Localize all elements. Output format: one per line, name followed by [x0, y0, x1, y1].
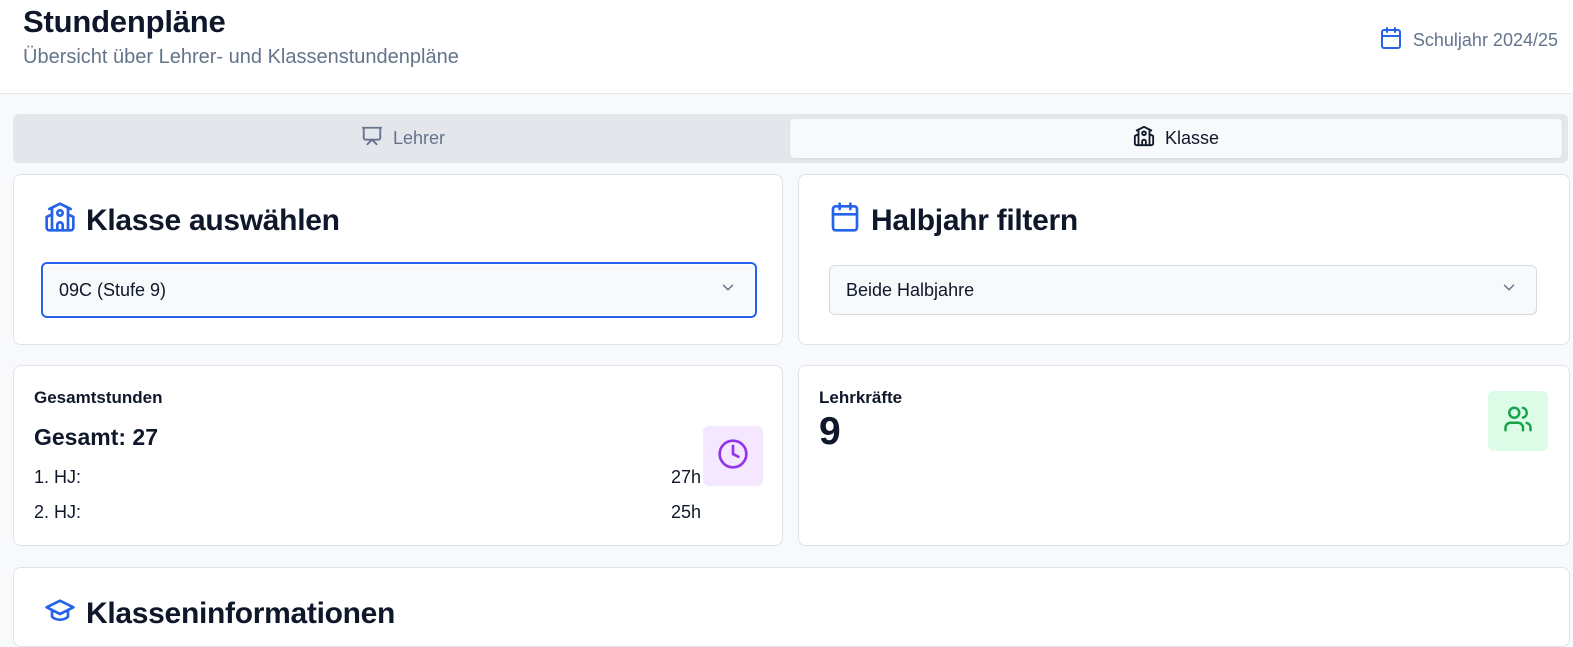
users-icon	[1503, 404, 1533, 439]
page-subtitle: Übersicht über Lehrer- und Klassenstunde…	[23, 46, 459, 68]
class-select[interactable]: 09C (Stufe 9)	[41, 262, 757, 318]
semester-filter-heading: Halbjahr filtern	[829, 201, 1078, 241]
chevron-down-icon	[1500, 279, 1518, 302]
total-hours-total: Gesamt: 27	[34, 424, 159, 450]
teachers-label: Lehrkräfte	[819, 388, 903, 407]
class-select-title: Klasse auswählen	[86, 204, 340, 237]
semester-select[interactable]: Beide Halbjahre	[829, 265, 1537, 315]
class-info-heading: Klasseninformationen	[44, 594, 395, 634]
school-icon	[1133, 125, 1155, 152]
page-title: Stundenpläne	[23, 4, 226, 39]
school-icon	[44, 201, 76, 241]
semester-select-value: Beide Halbjahre	[846, 279, 975, 300]
calendar-icon	[829, 201, 861, 241]
teachers-card: Lehrkräfte 9	[798, 365, 1570, 546]
semester-1-label: 1. HJ:	[34, 467, 82, 487]
class-info-title: Klasseninformationen	[86, 597, 396, 630]
tab-klasse[interactable]: Klasse	[790, 119, 1562, 158]
users-icon-box	[1488, 391, 1548, 451]
tab-lehrer[interactable]: Lehrer	[18, 119, 788, 158]
total-hours-label: Gesamtstunden	[34, 388, 163, 407]
semester-2-hours: 25h	[671, 502, 702, 522]
presentation-icon	[361, 125, 383, 152]
school-year-indicator: Schuljahr 2024/25	[1379, 26, 1558, 55]
class-select-heading: Klasse auswählen	[44, 201, 340, 241]
semester-filter-card: Halbjahr filtern Beide Halbjahre	[798, 174, 1570, 345]
calendar-icon	[1379, 26, 1403, 55]
teachers-count: 9	[819, 410, 841, 453]
semester-2-label: 2. HJ:	[34, 502, 82, 522]
semester-1-hours: 27h	[671, 467, 702, 487]
view-tabs: Lehrer Klasse	[13, 114, 1568, 163]
page-header: Stundenpläne Übersicht über Lehrer- und …	[0, 0, 1573, 94]
chevron-down-icon	[719, 279, 737, 302]
total-hours-card: Gesamtstunden Gesamt: 27 1. HJ: 27h 2. H…	[13, 365, 783, 546]
clock-icon	[717, 438, 749, 475]
semester-filter-title: Halbjahr filtern	[871, 204, 1078, 237]
clock-icon-box	[703, 426, 763, 486]
class-select-value: 09C (Stufe 9)	[59, 279, 167, 300]
tab-lehrer-label: Lehrer	[392, 128, 446, 148]
tab-klasse-label: Klasse	[1164, 128, 1220, 148]
class-info-card: Klasseninformationen	[13, 567, 1570, 647]
graduation-cap-icon	[44, 594, 76, 634]
class-select-card: Klasse auswählen 09C (Stufe 9)	[13, 174, 783, 345]
school-year-label: Schuljahr 2024/25	[1412, 30, 1558, 50]
